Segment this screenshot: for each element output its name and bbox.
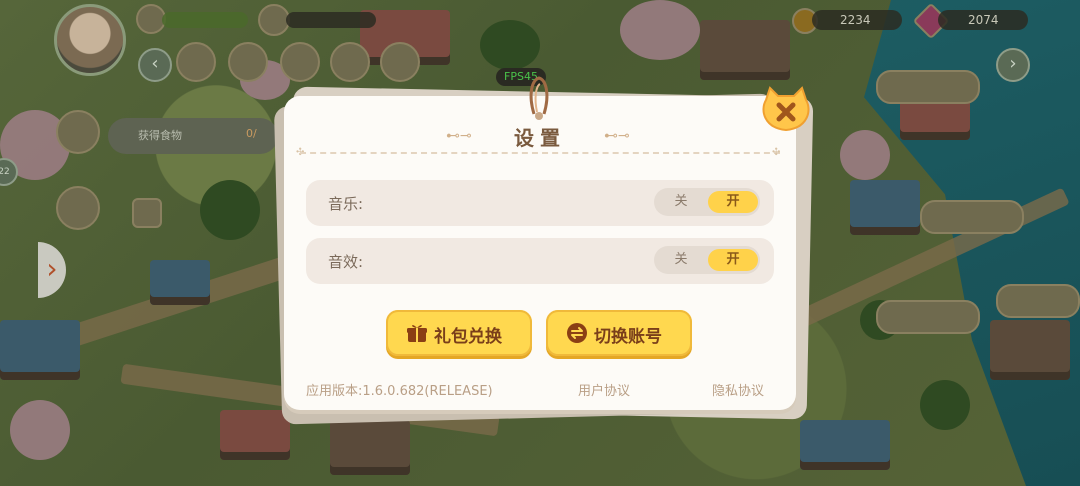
gift-redeem-label: 礼包兑换	[434, 327, 502, 347]
tree	[920, 380, 970, 430]
building-popup-icon[interactable]	[996, 284, 1080, 318]
paper-pin-icon	[529, 76, 549, 120]
event-icon[interactable]	[228, 42, 268, 82]
music-on-option[interactable]: 开	[708, 191, 758, 213]
sound-off-option[interactable]: 关	[654, 246, 708, 274]
cherry-blossom-tree	[620, 0, 700, 60]
task-icon[interactable]	[56, 186, 100, 230]
quest-tracker[interactable]: 获得食物 0/	[108, 118, 278, 154]
switch-account-label: 切换账号	[594, 327, 662, 347]
building	[800, 420, 890, 470]
gift-redeem-button[interactable]: 礼包兑换	[386, 310, 532, 356]
sound-toggle[interactable]: 关 开	[654, 246, 760, 274]
building-popup-icon[interactable]	[920, 200, 1024, 234]
sound-label: 音效:	[328, 253, 364, 271]
gift-icon	[407, 325, 427, 342]
app-version: 应用版本:1.6.0.682(RELEASE)	[306, 384, 493, 399]
energy-bar	[286, 12, 376, 28]
music-label: 音乐:	[328, 195, 364, 213]
music-toggle[interactable]: 关 开	[654, 188, 760, 216]
music-setting-row: 音乐: 关 开	[306, 180, 774, 226]
calendar-icon[interactable]	[132, 198, 162, 228]
sound-on-option[interactable]: 开	[708, 249, 758, 271]
divider-ornament-icon: ✣	[772, 147, 781, 158]
gem-count: 2074	[968, 13, 999, 27]
building	[220, 410, 290, 460]
event-icon[interactable]	[280, 42, 320, 82]
coin-count: 2234	[840, 13, 871, 27]
user-agreement-link[interactable]: 用户协议	[578, 380, 630, 399]
building-popup-icon[interactable]	[876, 300, 980, 334]
switch-account-button[interactable]: 切换账号	[546, 310, 692, 356]
title-flourish-icon: ⊷⊸	[446, 128, 472, 144]
title-flourish-icon: ⊷⊸	[604, 128, 630, 144]
music-off-option[interactable]: 关	[654, 188, 708, 216]
switch-account-icon	[567, 323, 587, 343]
building	[850, 180, 920, 235]
player-avatar[interactable]	[54, 4, 126, 76]
building	[150, 260, 210, 305]
title-divider	[300, 152, 780, 154]
xp-bar	[162, 12, 248, 28]
chevron-left-icon[interactable]: ‹	[138, 48, 172, 82]
task-icon[interactable]	[56, 110, 100, 154]
building	[0, 320, 80, 380]
sound-setting-row: 音效: 关 开	[306, 238, 774, 284]
tree	[200, 180, 260, 240]
privacy-agreement-link[interactable]: 隐私协议	[712, 380, 764, 399]
event-icon[interactable]	[330, 42, 370, 82]
tree	[480, 20, 540, 70]
event-icon[interactable]	[176, 42, 216, 82]
building	[330, 420, 410, 475]
quest-text: 获得食物	[138, 129, 182, 142]
cherry-blossom-tree	[840, 130, 890, 180]
quest-progress: 0/	[246, 127, 257, 140]
building-popup-icon[interactable]	[876, 70, 980, 104]
event-icon[interactable]	[380, 42, 420, 82]
cherry-blossom-tree	[10, 400, 70, 460]
chevron-right-icon[interactable]: ›	[996, 48, 1030, 82]
building	[700, 20, 790, 80]
settings-title: 设置	[514, 126, 566, 150]
building	[990, 320, 1070, 380]
